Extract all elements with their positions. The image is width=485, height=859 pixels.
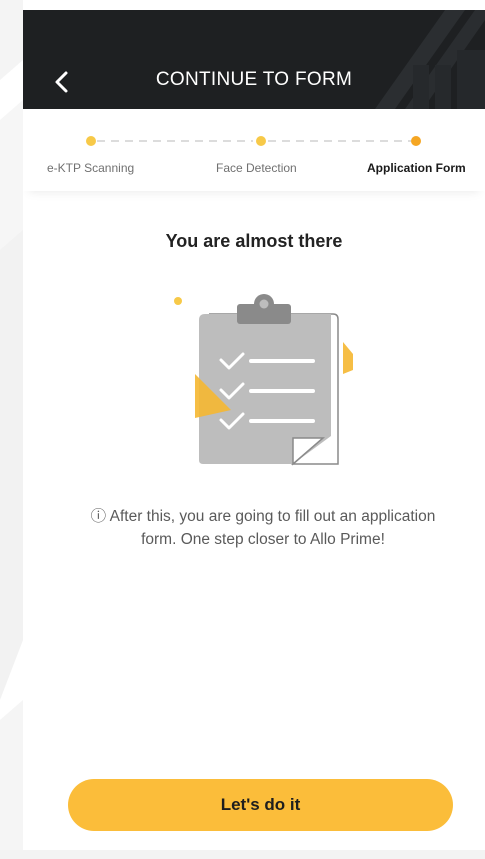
step-dot-application xyxy=(411,136,421,146)
info-message: ⓘ After this, you are going to fill out … xyxy=(73,505,453,551)
step-dot-face xyxy=(256,136,266,146)
top-app-bar: CONTINUE TO FORM xyxy=(23,10,485,109)
section-heading: You are almost there xyxy=(165,231,343,251)
lets-do-it-button[interactable]: Let's do it xyxy=(68,779,453,831)
app-screen: CONTINUE TO FORM e-KTP Scanning Face Det… xyxy=(23,10,485,850)
step-ektp-scanning: e-KTP Scanning xyxy=(47,161,135,175)
step-dot-ektp xyxy=(86,136,96,146)
step-application-form: Application Form xyxy=(367,161,466,175)
page-title: CONTINUE TO FORM xyxy=(155,69,353,90)
stepper-track xyxy=(86,136,421,146)
header-pattern xyxy=(375,10,485,109)
info-text: After this, you are going to fill out an… xyxy=(109,508,436,548)
progress-stepper: e-KTP Scanning Face Detection Applicatio… xyxy=(23,109,485,191)
clipboard-checklist-icon xyxy=(174,294,353,466)
step-face-detection: Face Detection xyxy=(216,161,297,175)
info-circle-icon: ⓘ xyxy=(90,508,107,525)
